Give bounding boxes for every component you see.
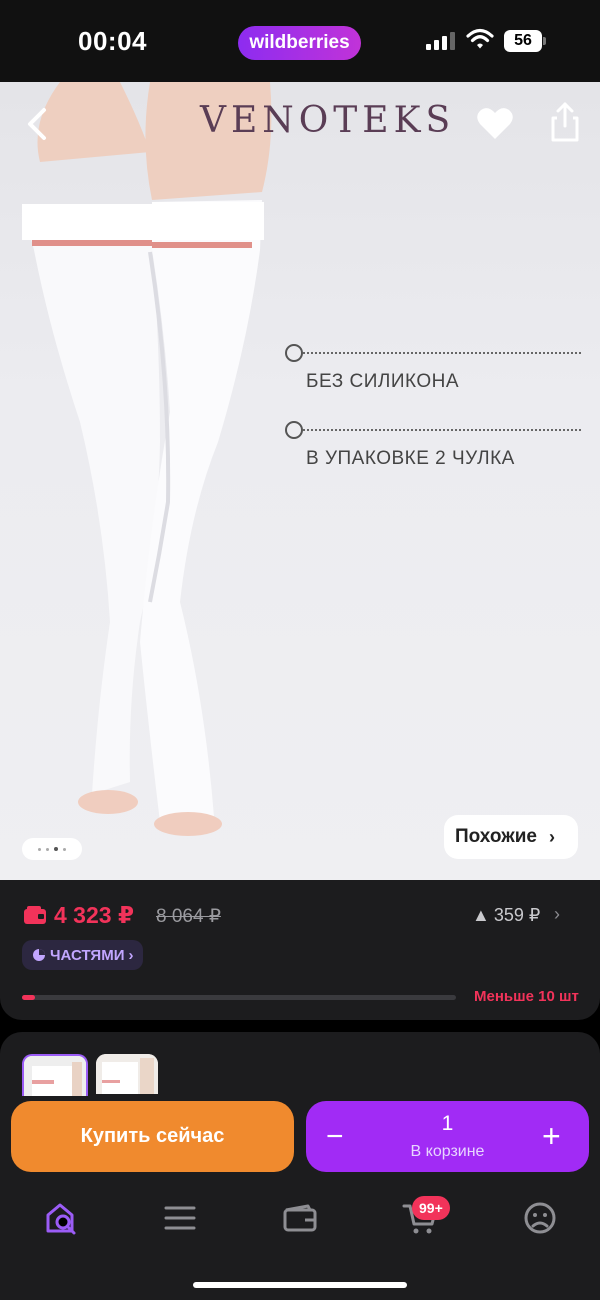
stock-label: Меньше 10 шт <box>474 988 579 1005</box>
gallery-dot <box>46 847 49 851</box>
triangle-up-icon: ▲ <box>472 905 490 925</box>
feature-divider <box>303 429 581 431</box>
brand-logo: VENOTEKS <box>200 100 456 141</box>
similar-products-button[interactable]: Похожие › <box>444 815 578 859</box>
feature-text: В УПАКОВКЕ 2 ЧУЛКА <box>306 448 515 469</box>
feature-divider <box>303 352 581 354</box>
wallet-icon[interactable] <box>280 1198 320 1238</box>
profile-icon[interactable] <box>520 1198 560 1238</box>
chevron-right-icon[interactable]: › <box>554 904 560 925</box>
price-change[interactable]: ▲ 359 ₽ <box>472 905 540 926</box>
catalog-menu-icon[interactable] <box>160 1198 200 1238</box>
cart-quantity-control: − 1 В корзине + <box>306 1101 589 1172</box>
increase-quantity-button[interactable]: + <box>542 1120 561 1152</box>
price-card: 4 323 ₽ 8 064 ₽ ▲ 359 ₽ › ЧАСТЯМИ › Мень… <box>0 880 600 1020</box>
variant-thumbnail-image <box>24 1056 86 1096</box>
favorite-heart-icon[interactable] <box>476 106 514 142</box>
battery-indicator: 56 <box>504 30 542 52</box>
cellular-signal-icon <box>426 32 455 50</box>
gallery-dot <box>63 847 66 851</box>
feature-text: БЕЗ СИЛИКОНА <box>306 371 460 392</box>
search-home-icon[interactable] <box>42 1198 82 1238</box>
price-change-value: 359 ₽ <box>493 905 541 925</box>
battery-tip <box>543 37 546 45</box>
status-time: 00:04 <box>78 26 147 56</box>
variant-thumbnail[interactable] <box>96 1054 158 1094</box>
gallery-dot <box>38 847 41 851</box>
installments-badge[interactable]: ЧАСТЯМИ › <box>22 940 144 970</box>
similar-label: Похожие <box>455 826 537 847</box>
gallery-dot-active <box>54 847 58 851</box>
old-price: 8 064 ₽ <box>156 906 221 927</box>
buy-now-button[interactable]: Купить сейчас <box>11 1101 294 1172</box>
chevron-right-icon: › <box>128 946 134 964</box>
installments-label: ЧАСТЯМИ <box>50 946 125 964</box>
stock-progress-bar <box>22 995 456 1000</box>
feature-marker-icon <box>285 421 303 439</box>
back-arrow-icon[interactable] <box>18 102 58 146</box>
share-icon[interactable] <box>548 100 582 144</box>
chevron-right-icon: › <box>548 826 555 847</box>
current-price: 4 323 ₽ <box>54 902 134 928</box>
stock-progress-fill <box>22 995 36 1000</box>
variant-thumbnail-selected[interactable] <box>22 1054 88 1096</box>
home-indicator <box>193 1282 407 1288</box>
gallery-pagination[interactable] <box>22 838 82 860</box>
feature-marker-icon <box>285 344 303 362</box>
wallet-price-icon <box>24 906 46 924</box>
app-name-pill: wildberries <box>238 26 361 60</box>
pie-chart-icon <box>33 949 45 961</box>
product-image[interactable]: VENOTEKS БЕЗ СИЛИКОНА В УПАКОВКЕ 2 ЧУЛКА… <box>0 82 600 880</box>
wifi-icon <box>466 28 494 49</box>
product-photo-stockings <box>22 82 272 836</box>
variant-thumbnail-image <box>96 1054 158 1094</box>
cart-count-badge: 99+ <box>412 1196 450 1220</box>
status-bar: 00:04 wildberries 56 <box>0 0 600 82</box>
purchase-sheet: Купить сейчас − 1 В корзине + <box>0 1032 600 1300</box>
